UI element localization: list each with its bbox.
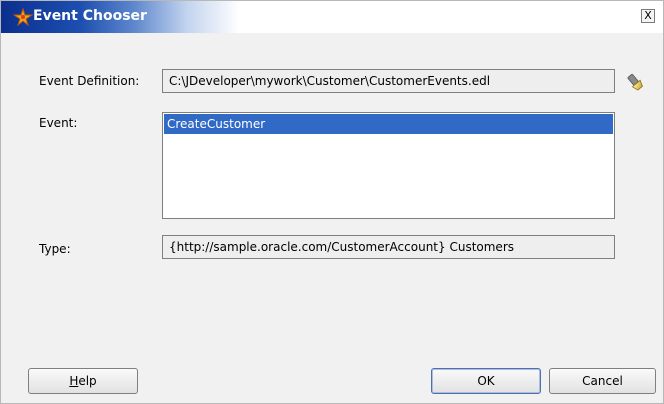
event-list[interactable]: CreateCustomer (162, 112, 615, 219)
help-mnemonic: H (69, 374, 79, 388)
list-item-createcustomer[interactable]: CreateCustomer (164, 114, 613, 134)
title-bar[interactable]: Event Chooser X (1, 1, 663, 33)
event-label: Event: (39, 116, 78, 130)
ok-button[interactable]: OK (431, 368, 541, 394)
help-label-rest: elp (78, 374, 97, 388)
close-button[interactable]: X (641, 9, 655, 23)
jdeveloper-app-icon (13, 8, 33, 26)
type-field: {http://sample.oracle.com/CustomerAccoun… (162, 235, 615, 259)
flashlight-icon[interactable] (625, 72, 645, 92)
event-definition-label: Event Definition: (39, 74, 140, 88)
help-button[interactable]: Help (28, 368, 138, 394)
event-definition-field: C:\JDeveloper\mywork\Customer\CustomerEv… (162, 69, 615, 93)
cancel-button[interactable]: Cancel (549, 368, 656, 394)
type-label: Type: (39, 242, 71, 256)
dialog-title: Event Chooser (33, 8, 147, 24)
event-chooser-dialog: Event Chooser X Event Definition: C:\JDe… (0, 0, 664, 404)
